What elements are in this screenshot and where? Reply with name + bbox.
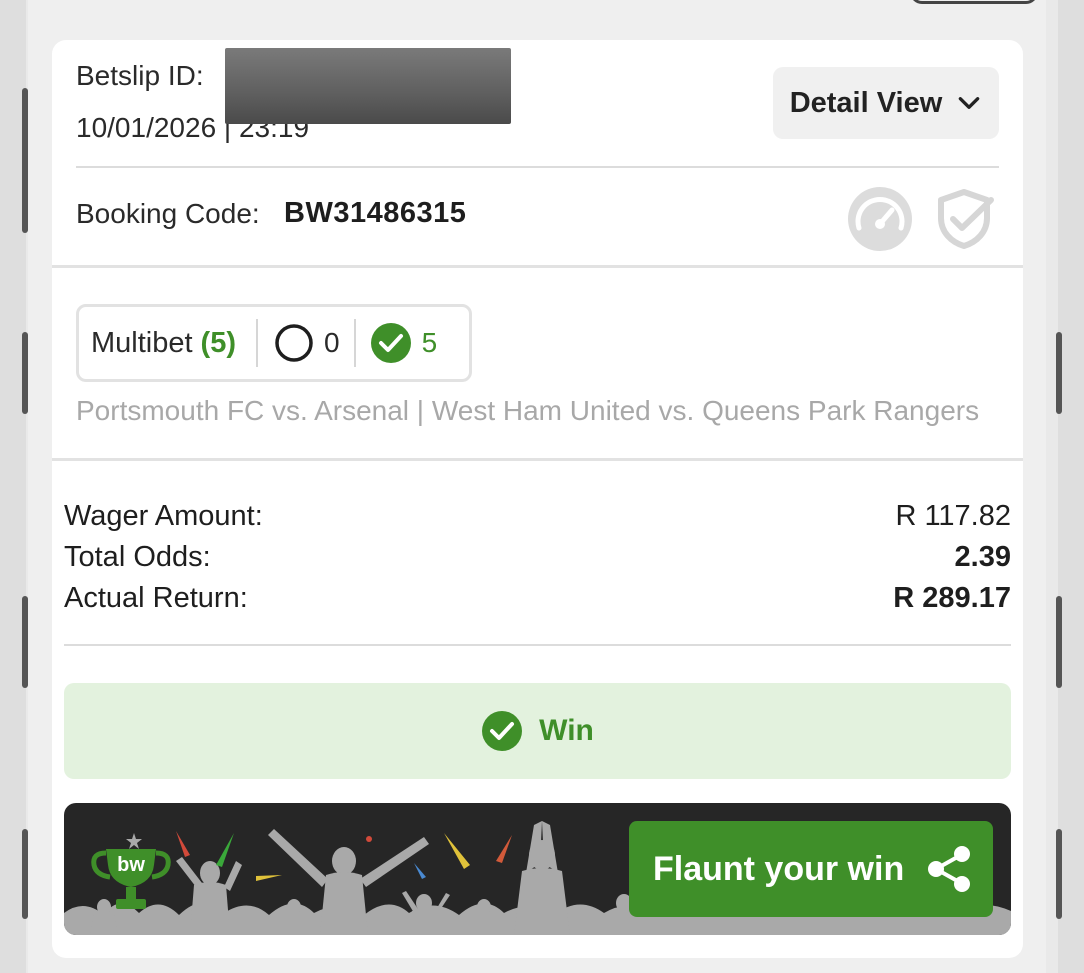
result-label: Win xyxy=(539,714,594,747)
chevron-down-icon xyxy=(959,97,980,109)
detail-view-label: Detail View xyxy=(789,86,943,119)
divider xyxy=(52,265,1023,268)
odds-label: Total Odds: xyxy=(64,541,211,573)
background-card-edge xyxy=(1056,829,1062,919)
odds-row: Total Odds: 2.39 xyxy=(64,537,1011,578)
background-left-edge xyxy=(0,0,28,973)
won-legs-count: 5 xyxy=(421,327,438,358)
bet-summary: Wager Amount: R 117.82 Total Odds: 2.39 … xyxy=(64,496,1011,619)
speedometer-icon[interactable] xyxy=(847,186,913,252)
background-card-edge xyxy=(1056,332,1062,414)
separator xyxy=(353,319,356,367)
divider xyxy=(52,458,1023,461)
betslip-id-label: Betslip ID: xyxy=(76,60,204,91)
result-banner: Win xyxy=(64,683,1011,779)
multibet-label: Multibet xyxy=(91,326,193,359)
wager-value: R 117.82 xyxy=(895,500,1011,532)
flaunt-label: Flaunt your win xyxy=(653,849,905,888)
return-row: Actual Return: R 289.17 xyxy=(64,578,1011,619)
top-partial-button[interactable] xyxy=(910,0,1038,4)
check-circle-icon xyxy=(370,323,411,363)
check-circle-icon xyxy=(482,711,523,751)
booking-code-label: Booking Code: xyxy=(76,198,260,229)
wager-row: Wager Amount: R 117.82 xyxy=(64,496,1011,537)
divider xyxy=(76,166,999,168)
return-label: Actual Return: xyxy=(64,582,248,614)
redacted-betslip-id xyxy=(225,48,511,124)
multibet-count: (5) xyxy=(200,326,236,359)
share-icon xyxy=(928,846,971,892)
booking-code-row: Booking Code: BW31486315 xyxy=(76,170,999,264)
multibet-summary: Multibet (5) 0 5 xyxy=(76,304,472,382)
circle-outline-icon xyxy=(275,324,313,362)
match-list-text[interactable]: Portsmouth FC vs. Arsenal | West Ham Uni… xyxy=(76,395,991,427)
detail-view-button[interactable]: Detail View xyxy=(773,67,999,139)
divider xyxy=(64,644,1011,646)
shield-check-icon[interactable] xyxy=(933,188,995,250)
trophy-logo-text: bw xyxy=(117,854,145,876)
flaunt-promo-banner: bw Flaunt your win xyxy=(64,803,1011,935)
separator xyxy=(256,319,258,367)
background-card-edge xyxy=(1056,596,1062,688)
return-value: R 289.17 xyxy=(893,582,1011,614)
booking-code-value[interactable]: BW31486315 xyxy=(284,197,466,230)
background-right-edge xyxy=(1056,0,1084,973)
betslip-header: Betslip ID: 10/01/2026 | 23:19 Detail Vi… xyxy=(76,48,999,166)
betslip-card: Betslip ID: 10/01/2026 | 23:19 Detail Vi… xyxy=(52,40,1023,958)
odds-value: 2.39 xyxy=(954,541,1011,573)
flaunt-your-win-button[interactable]: Flaunt your win xyxy=(629,821,993,917)
wager-label: Wager Amount: xyxy=(64,500,263,532)
open-legs-count: 0 xyxy=(324,327,340,358)
